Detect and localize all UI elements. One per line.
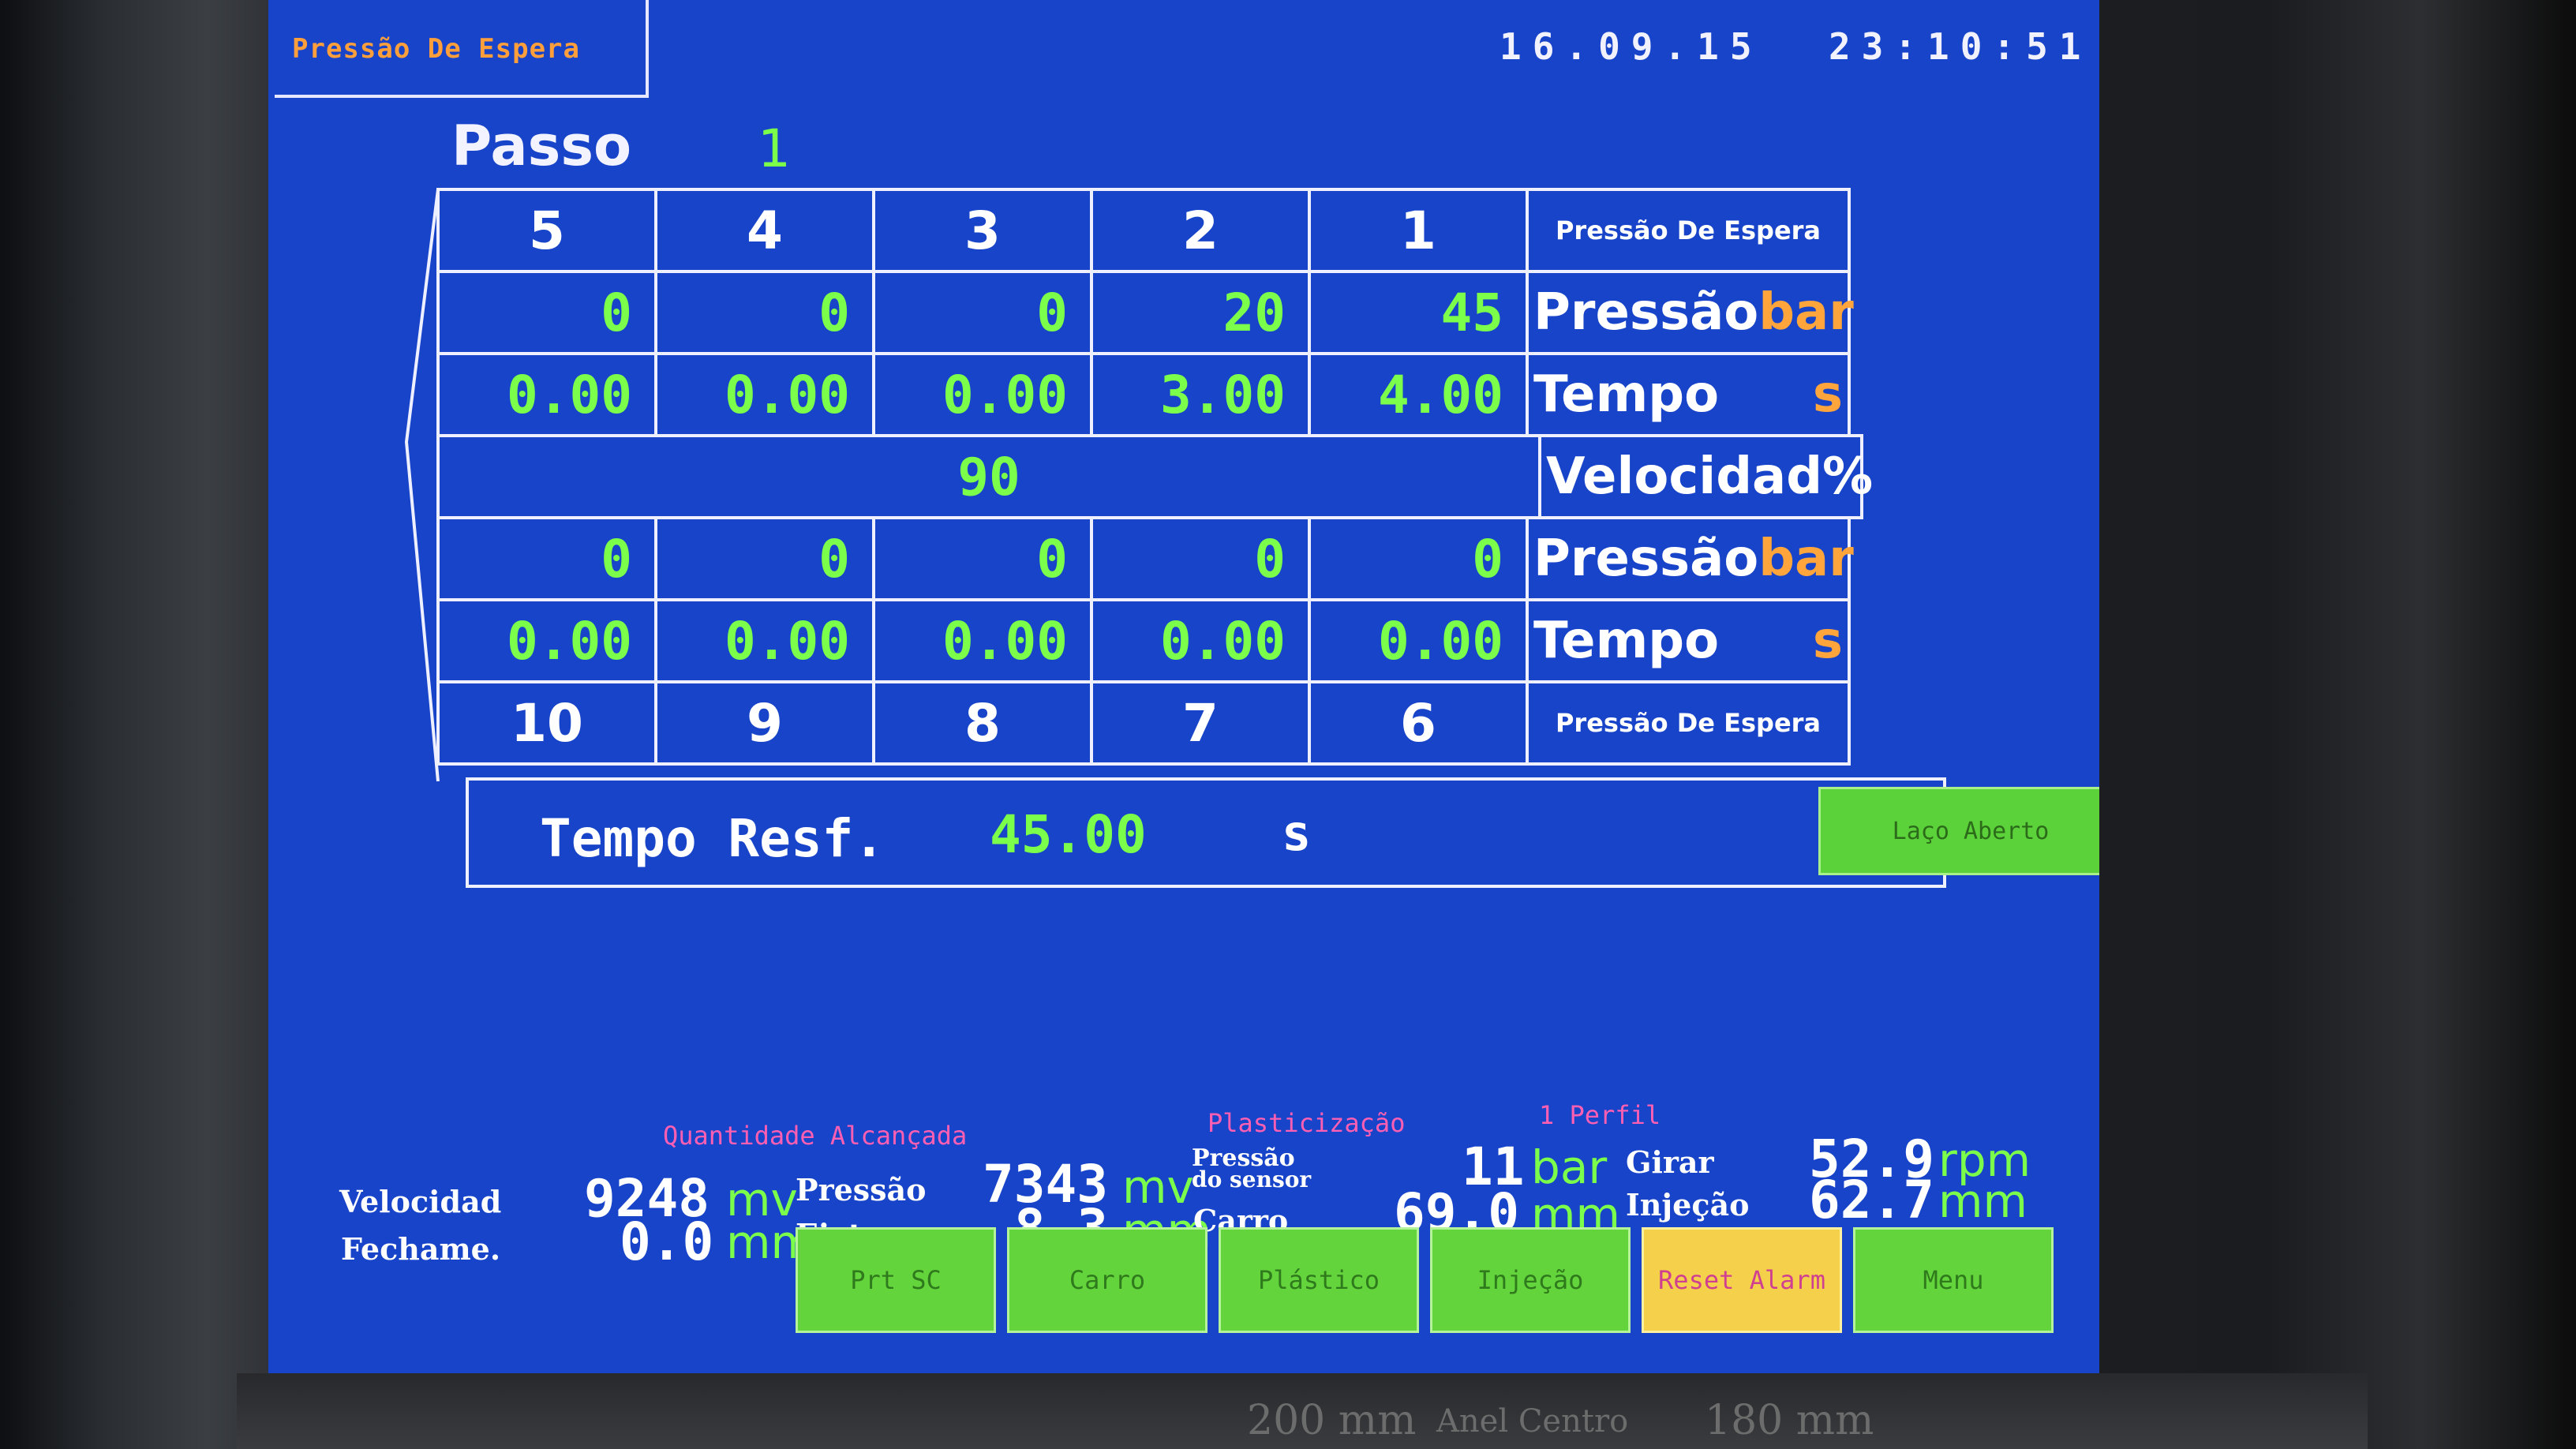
bezel-text-mid: Anel Centro (1436, 1403, 1629, 1440)
injecao-label: Injeção (1626, 1187, 1750, 1222)
step-header: 6 (1308, 680, 1529, 766)
pressao-sensor-label-2: do sensor (1192, 1166, 1312, 1193)
menu-button[interactable]: Menu (1853, 1227, 2054, 1333)
bezel-text-right: 180 mm (1705, 1397, 1874, 1444)
table-row-tempo2: 0.00 0.00 0.00 0.00 0.00 Tempo s (436, 598, 1969, 683)
prt-sc-button[interactable]: Prt SC (796, 1227, 996, 1333)
laco-aberto-button[interactable]: Laço Aberto (1818, 787, 2099, 875)
page-title: Pressão De Espera (292, 33, 580, 65)
tempo-field[interactable]: 0.00 (436, 598, 657, 683)
tempo-label: Tempo s (1526, 598, 1851, 683)
tempo-unit: s (1812, 365, 1843, 424)
step-header: 5 (436, 188, 657, 273)
pressao-field[interactable]: 0 (1090, 516, 1311, 601)
table-row-tempo1: 0.00 0.00 0.00 3.00 4.00 Tempo s (436, 352, 1969, 437)
step-header: 3 (872, 188, 1093, 273)
tempo-field[interactable]: 0.00 (436, 352, 657, 437)
pressao-unit: bar (1758, 283, 1854, 342)
injecao-button[interactable]: Injeção (1430, 1227, 1631, 1333)
pressao-field[interactable]: 0 (872, 516, 1093, 601)
pressao-field[interactable]: 0 (436, 516, 657, 601)
perfil-label: 1 Perfil (1539, 1100, 1661, 1130)
plastico-button[interactable]: Plástico (1219, 1227, 1419, 1333)
step-header: 10 (436, 680, 657, 766)
resfriamento-unit: s (1282, 804, 1312, 862)
tempo-field[interactable]: 0.00 (872, 352, 1093, 437)
fechamento-label: Fechame. (341, 1231, 501, 1267)
tempo-field[interactable]: 4.00 (1308, 352, 1529, 437)
velocidade-label: Velocidad (339, 1184, 502, 1219)
injecao-unit: mm (1938, 1174, 2027, 1228)
step-header: 4 (654, 188, 875, 273)
step-header: 8 (872, 680, 1093, 766)
pressure-table: 5 4 3 2 1 Pressão De Espera 0 0 0 20 45 … (436, 188, 1969, 766)
pressao-label: Pressão bar (1526, 516, 1854, 601)
table-title-top: Pressão De Espera (1526, 188, 1851, 273)
bar-unit: bar (1531, 1140, 1608, 1194)
table-row-pressao2: 0 0 0 0 0 Pressão bar (436, 516, 1969, 601)
tempo-unit: s (1812, 612, 1843, 670)
pressao-field[interactable]: 0 (436, 270, 657, 355)
tempo-label: Tempo s (1526, 352, 1851, 437)
step-header: 2 (1090, 188, 1311, 273)
velocidade-unit: % (1822, 447, 1874, 506)
quantidade-label: Quantidade Alcançada (663, 1121, 968, 1151)
fech-value: 0.0 (620, 1211, 714, 1272)
step-header: 1 (1308, 188, 1529, 273)
pressao-label-text: Pressão (1533, 283, 1759, 342)
pressao-field[interactable]: 0 (872, 270, 1093, 355)
velocidade-field[interactable]: 90 (436, 434, 1541, 519)
hmi-screen: Pressão De Espera 16.09.15 23:10:51 Pass… (268, 0, 2099, 1373)
tempo-field[interactable]: 0.00 (872, 598, 1093, 683)
resfriamento-label: Tempo Resf. (540, 808, 886, 869)
tempo-field[interactable]: 0.00 (654, 598, 875, 683)
function-button-bar: Prt SC Carro Plástico Injeção Reset Alar… (796, 1227, 2074, 1342)
pressao-unit: bar (1758, 530, 1854, 588)
tempo-field[interactable]: 0.00 (654, 352, 875, 437)
resfriamento-value[interactable]: 45.00 (990, 804, 1147, 865)
plastificacao-label: Plasticização (1208, 1108, 1406, 1138)
passo-label: Passo (451, 114, 632, 178)
table-row-bottom-steps: 10 9 8 7 6 Pressão De Espera (436, 680, 1969, 766)
bezel-text-left: 200 mm (1247, 1397, 1417, 1444)
table-row-top-steps: 5 4 3 2 1 Pressão De Espera (436, 188, 1969, 273)
pressao-status-label: Pressão (796, 1172, 927, 1208)
tempo-field[interactable]: 0.00 (1090, 598, 1311, 683)
tempo-label-text: Tempo (1533, 365, 1720, 424)
tempo-field[interactable]: 3.00 (1090, 352, 1311, 437)
girar-label: Girar (1626, 1144, 1714, 1180)
pressao-field[interactable]: 20 (1090, 270, 1311, 355)
pressao-label: Pressão bar (1526, 270, 1854, 355)
resfriamento-row: Tempo Resf. 45.00 s Laço Aberto (466, 777, 2099, 888)
pressao-field[interactable]: 0 (654, 516, 875, 601)
pressao-field[interactable]: 0 (1308, 516, 1529, 601)
table-row-pressao1: 0 0 0 20 45 Pressão bar (436, 270, 1969, 355)
passo-value: 1 (758, 118, 791, 179)
step-header: 9 (654, 680, 875, 766)
table-title-bottom: Pressão De Espera (1526, 680, 1851, 766)
reset-alarm-button[interactable]: Reset Alarm (1642, 1227, 1842, 1333)
step-header: 7 (1090, 680, 1311, 766)
velocidade-label-text: Velocidad (1546, 447, 1823, 506)
pressao-label-text: Pressão (1533, 530, 1759, 588)
pressao-field[interactable]: 0 (654, 270, 875, 355)
tempo-field[interactable]: 0.00 (1308, 598, 1529, 683)
table-row-velocidade: 90 Velocidad% (436, 434, 1969, 519)
pressao-field[interactable]: 45 (1308, 270, 1529, 355)
carro-button[interactable]: Carro (1007, 1227, 1208, 1333)
tempo-label-text: Tempo (1533, 612, 1720, 670)
injecao-value: 62.7 (1809, 1170, 1934, 1230)
bezel-label-strip: 200 mm Anel Centro 180 mm (237, 1373, 2368, 1449)
velocidade-label: Velocidad% (1538, 434, 1873, 519)
datetime: 16.09.15 23:10:51 (1500, 25, 2092, 68)
